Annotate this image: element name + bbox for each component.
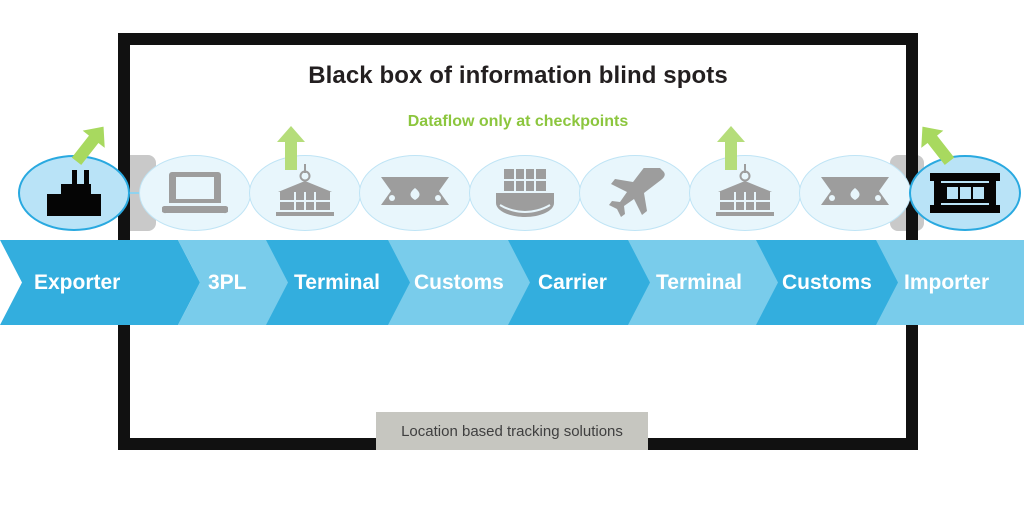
chevron-label: Exporter <box>34 270 121 294</box>
page-title: Black box of information blind spots <box>308 62 728 89</box>
supply-chain-node-row <box>0 155 1024 235</box>
diagram-canvas: Black box of information blind spots Dat… <box>0 0 1024 512</box>
container-ship-icon <box>469 155 581 231</box>
crane-container-icon <box>689 155 801 231</box>
chevron-label: Customs <box>414 270 504 294</box>
customs-building-icon <box>359 155 471 231</box>
node-terminal-air[interactable] <box>579 155 691 231</box>
chevron-importer[interactable]: Importer <box>876 240 1024 325</box>
dataflow-arrow-terminal-1 <box>277 126 305 170</box>
dataflow-arrow-terminal-2 <box>717 126 745 170</box>
crane-container-icon <box>249 155 361 231</box>
location-tracking-label-text: Location based tracking solutions <box>401 422 623 440</box>
chevron-label: Terminal <box>294 270 380 294</box>
airplane-icon <box>579 155 691 231</box>
dataflow-subtitle: Dataflow only at checkpoints <box>407 113 629 130</box>
process-chevron-band: Exporter 3PL Terminal Customs Carrier Te… <box>0 240 1024 325</box>
node-terminal-1[interactable] <box>249 155 361 231</box>
chevron-label: 3PL <box>208 270 247 294</box>
node-carrier[interactable] <box>469 155 581 231</box>
laptop-icon <box>139 155 251 231</box>
chevron-label: Importer <box>904 270 990 294</box>
node-exporter[interactable] <box>18 155 130 231</box>
node-customs-1[interactable] <box>359 155 471 231</box>
factory-icon <box>18 155 130 231</box>
node-3pl[interactable] <box>139 155 251 231</box>
warehouse-icon <box>909 155 1021 231</box>
node-terminal-2[interactable] <box>689 155 801 231</box>
customs-building-icon <box>799 155 911 231</box>
chevron-label: Customs <box>782 270 872 294</box>
location-tracking-label: Location based tracking solutions <box>376 412 648 450</box>
chevron-label: Carrier <box>538 270 607 294</box>
node-customs-2[interactable] <box>799 155 911 231</box>
chevron-label: Terminal <box>656 270 742 294</box>
node-importer[interactable] <box>909 155 1021 231</box>
chevron-exporter[interactable]: Exporter <box>0 240 200 325</box>
